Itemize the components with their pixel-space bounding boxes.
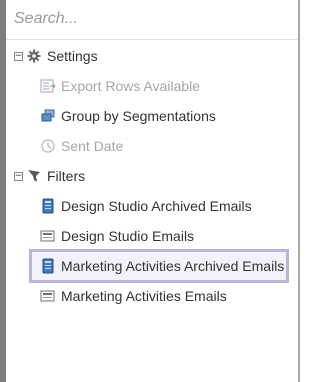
collapse-toggle-settings[interactable]: − bbox=[14, 51, 23, 61]
settings-item-label: Export Rows Available bbox=[61, 78, 201, 94]
filter-item-design-studio-emails[interactable]: Design Studio Emails bbox=[40, 222, 194, 250]
tree-node-filters[interactable]: − Filters bbox=[14, 162, 85, 190]
gear-icon bbox=[26, 48, 42, 64]
filter-item-marketing-activities-emails[interactable]: Marketing Activities Emails bbox=[40, 282, 227, 310]
tree-node-settings[interactable]: − Settings bbox=[14, 42, 98, 70]
filters-label: Filters bbox=[47, 168, 86, 184]
filter-item-label: Design Studio Archived Emails bbox=[61, 198, 252, 214]
collapse-toggle-filters[interactable]: − bbox=[14, 171, 23, 181]
funnel-icon bbox=[26, 168, 42, 184]
settings-item-group-by-segmentations[interactable]: Group by Segmentations bbox=[40, 102, 216, 130]
search-input[interactable] bbox=[14, 0, 294, 38]
panel-left-border bbox=[0, 0, 6, 382]
email-icon bbox=[40, 228, 56, 244]
filter-item-marketing-activities-archived[interactable]: Marketing Activities Archived Emails bbox=[28, 249, 290, 283]
filter-item-label: Design Studio Emails bbox=[61, 228, 195, 244]
export-rows-icon bbox=[40, 78, 56, 94]
search-bar bbox=[6, 0, 298, 40]
filter-item-label: Marketing Activities Emails bbox=[61, 288, 227, 304]
settings-item-export-rows[interactable]: Export Rows Available bbox=[40, 72, 200, 100]
settings-item-sent-date[interactable]: Sent Date bbox=[40, 132, 123, 160]
settings-label: Settings bbox=[47, 48, 98, 64]
clock-icon bbox=[40, 138, 56, 154]
archived-email-icon bbox=[40, 258, 56, 274]
filter-item-design-studio-archived[interactable]: Design Studio Archived Emails bbox=[40, 192, 252, 220]
panel-right-border bbox=[298, 0, 300, 382]
segmentation-icon bbox=[40, 108, 56, 124]
filter-item-label: Marketing Activities Archived Emails bbox=[61, 258, 285, 274]
settings-item-label: Group by Segmentations bbox=[61, 108, 216, 124]
email-icon bbox=[40, 288, 56, 304]
settings-item-label: Sent Date bbox=[61, 138, 124, 154]
archived-email-icon bbox=[40, 198, 56, 214]
